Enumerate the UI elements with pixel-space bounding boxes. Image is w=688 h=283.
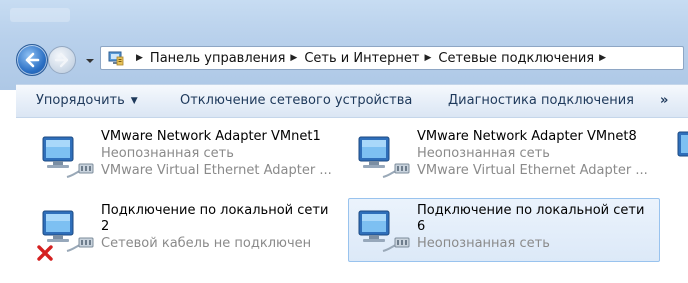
forward-arrow-icon [54, 52, 69, 68]
connection-device: VMware Virtual Ethernet Adapter ... [417, 163, 648, 178]
breadcrumb-separator-icon[interactable]: ▶ [290, 53, 297, 63]
connection-name-line2: 2 [101, 219, 110, 234]
navigation-row: ▶ Панель управления ▶ Сеть и Интернет ▶ … [0, 36, 688, 80]
connection-status: Неопознанная сеть [101, 146, 234, 161]
network-adapter-icon [353, 131, 413, 187]
chevron-down-icon: ▼ [130, 96, 138, 106]
forward-button[interactable] [48, 46, 76, 74]
connection-name-line1: Подключение по локальной сети [101, 203, 329, 218]
window-title-blur [10, 8, 70, 22]
network-adapter-icon[interactable] [674, 130, 688, 174]
breadcrumb-separator-icon[interactable]: ▶ [136, 53, 143, 63]
connection-item-lan2[interactable]: Подключение по локальной сети 2 Сетевой … [32, 198, 344, 262]
connections-list: VMware Network Adapter VMnet1 Неопознанн… [16, 118, 688, 283]
breadcrumb: ▶ Панель управления ▶ Сеть и Интернет ▶ … [131, 47, 613, 69]
more-commands-button[interactable]: » [660, 93, 668, 108]
breadcrumb-control-panel[interactable]: Панель управления [150, 51, 286, 66]
control-panel-icon [107, 49, 125, 67]
connection-item-lan6[interactable]: Подключение по локальной сети 6 Неопозна… [348, 198, 660, 262]
connection-text: VMware Network Adapter VMnet1 Неопознанн… [101, 129, 345, 179]
chevron-down-icon [86, 59, 94, 63]
connection-device: VMware Virtual Ethernet Adapter ... [101, 163, 332, 178]
network-adapter-icon [37, 131, 97, 187]
connection-item-vmnet8[interactable]: VMware Network Adapter VMnet8 Неопознанн… [348, 124, 660, 188]
organize-button[interactable]: Упорядочить ▼ [36, 93, 138, 108]
diagnose-label: Диагностика подключения [448, 93, 634, 108]
breadcrumb-separator-icon[interactable]: ▶ [424, 53, 431, 63]
breadcrumb-separator-icon[interactable]: ▶ [599, 53, 606, 63]
connection-item-vmnet1[interactable]: VMware Network Adapter VMnet1 Неопознанн… [32, 124, 344, 188]
title-bar [0, 0, 688, 36]
breadcrumb-network-connections[interactable]: Сетевые подключения [438, 51, 594, 66]
organize-label: Упорядочить [36, 93, 125, 108]
command-bar: Упорядочить ▼ Отключение сетевого устройс… [16, 84, 688, 118]
connection-name: VMware Network Adapter VMnet1 [101, 129, 321, 144]
connection-text: Подключение по локальной сети 6 Неопозна… [417, 203, 661, 252]
network-adapter-icon [353, 205, 413, 261]
diagnose-button[interactable]: Диагностика подключения [448, 93, 634, 108]
network-adapter-disconnected-icon [37, 205, 97, 261]
connection-status: Сетевой кабель не подключен [101, 236, 312, 251]
connection-text: Подключение по локальной сети 2 Сетевой … [101, 203, 345, 252]
connection-status: Неопознанная сеть [417, 146, 550, 161]
connection-name-line2: 6 [417, 219, 426, 234]
connection-name-line1: Подключение по локальной сети [417, 203, 645, 218]
more-commands-label: » [660, 93, 669, 108]
disable-device-label: Отключение сетевого устройства [180, 93, 413, 108]
disable-device-button[interactable]: Отключение сетевого устройства [180, 93, 412, 108]
recent-pages-button[interactable] [85, 55, 95, 65]
connection-status: Неопознанная сеть [417, 236, 550, 251]
breadcrumb-network-internet[interactable]: Сеть и Интернет [304, 51, 419, 66]
window-chrome: ▶ Панель управления ▶ Сеть и Интернет ▶ … [0, 0, 688, 90]
back-button[interactable] [16, 44, 48, 76]
connection-text: VMware Network Adapter VMnet8 Неопознанн… [417, 129, 661, 179]
back-arrow-icon [25, 52, 40, 68]
connection-name: VMware Network Adapter VMnet8 [417, 129, 637, 144]
address-bar[interactable]: ▶ Панель управления ▶ Сеть и Интернет ▶ … [100, 46, 684, 70]
